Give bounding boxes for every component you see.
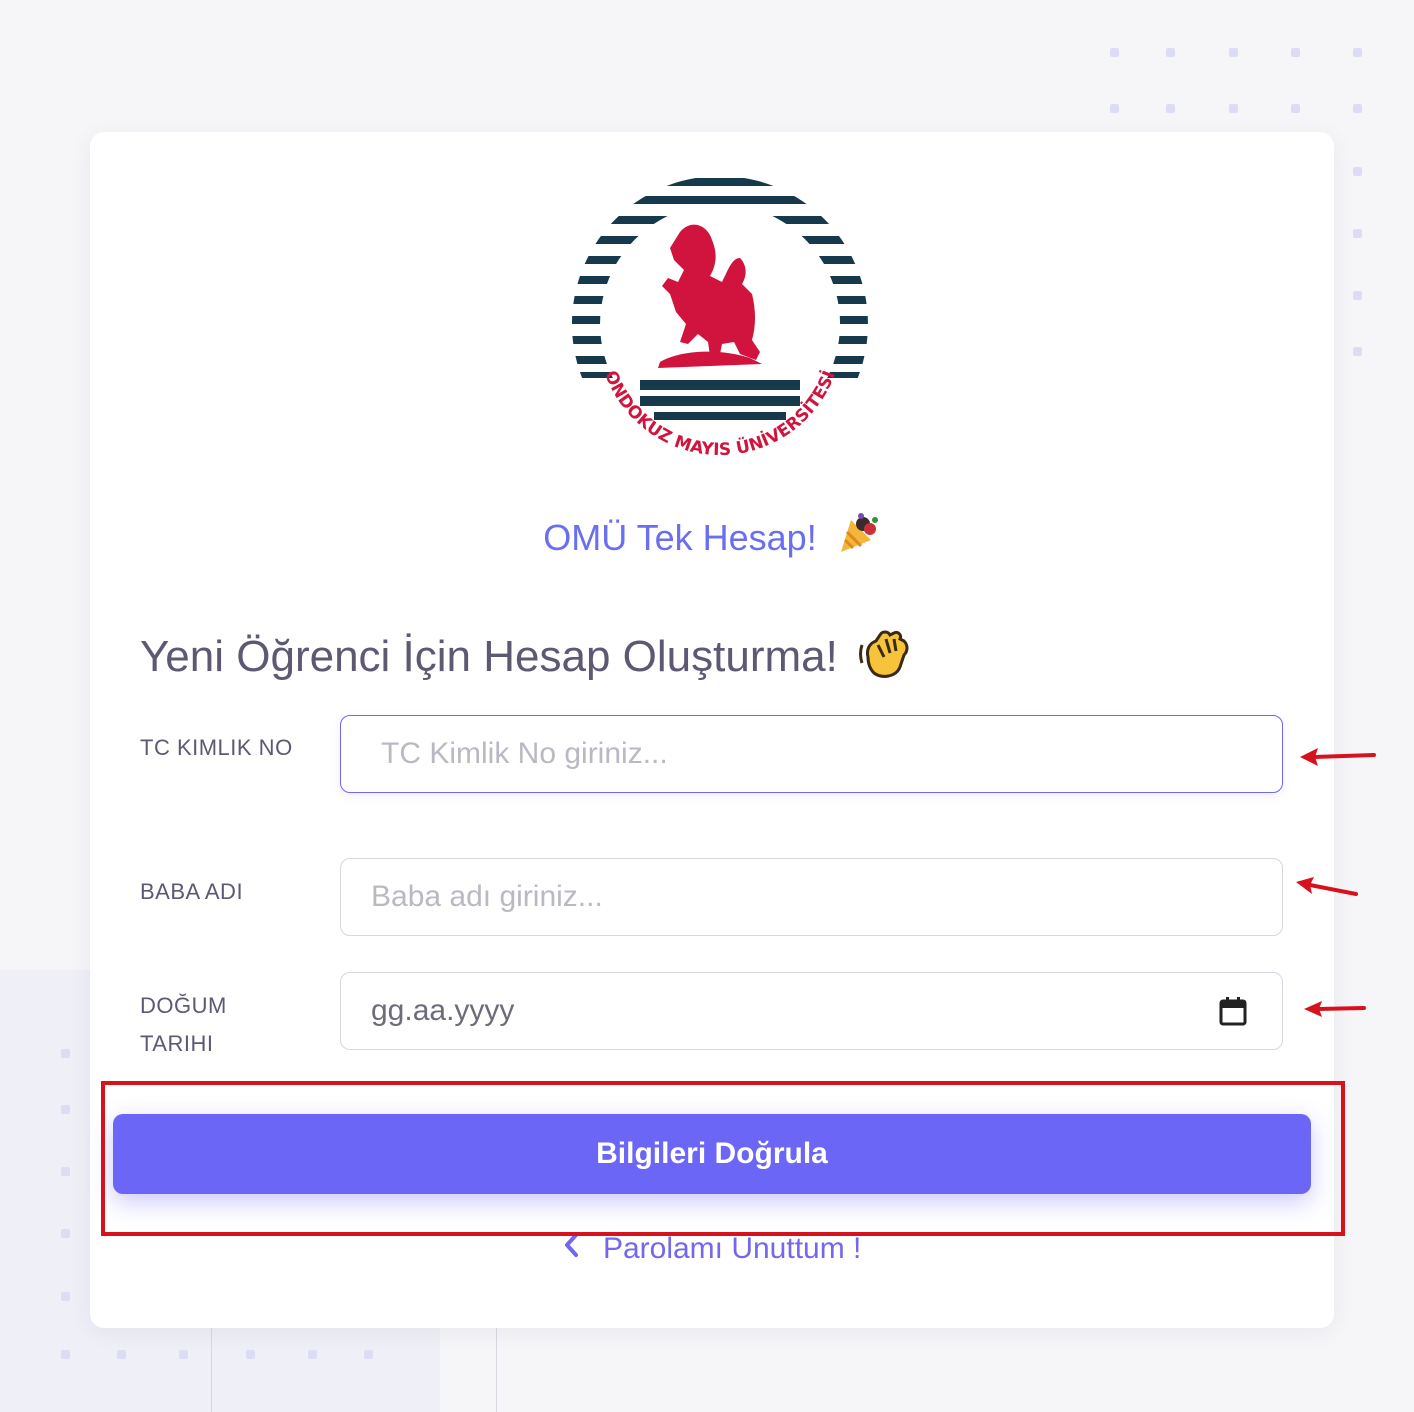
- background-line: [211, 1328, 212, 1412]
- decorative-dot: [1110, 104, 1119, 113]
- brand-title: OMÜ Tek Hesap!: [90, 510, 1334, 563]
- annotation-arrow-icon: [1304, 1001, 1366, 1017]
- university-logo: ONDOKUZ MAYIS ÜNİVERSİTESİ: [571, 178, 868, 460]
- birth-date-label: DOĞUM TARIHI: [140, 993, 227, 1056]
- waving-hand-icon: [858, 627, 912, 692]
- birth-date-input[interactable]: [340, 972, 1283, 1050]
- tc-number-input[interactable]: [340, 715, 1283, 793]
- birth-date-field[interactable]: [340, 972, 1283, 1050]
- decorative-dot: [1353, 229, 1362, 238]
- decorative-dot: [1166, 104, 1175, 113]
- tc-label: TC KIMLIK NO: [140, 735, 293, 760]
- annotation-arrow-icon: [1300, 748, 1376, 766]
- decorative-dot: [61, 1049, 70, 1058]
- page-title: Yeni Öğrenci İçin Hesap Oluşturma!: [140, 627, 912, 692]
- calendar-icon[interactable]: [1219, 996, 1247, 1026]
- forgot-password-link[interactable]: Parolamı Unuttum !: [90, 1232, 1334, 1266]
- decorative-dot: [1353, 347, 1362, 356]
- background-line: [496, 1328, 497, 1412]
- decorative-dot: [61, 1105, 70, 1114]
- annotation-highlight-box: [101, 1081, 1345, 1236]
- decorative-dot: [1229, 48, 1238, 57]
- annotation-arrow-icon: [1296, 877, 1358, 896]
- father-name-label: BABA ADI: [140, 879, 244, 904]
- decorative-dot: [1353, 291, 1362, 300]
- chevron-left-icon: [563, 1232, 579, 1266]
- decorative-dot: [61, 1229, 70, 1238]
- decorative-dot: [1110, 48, 1119, 57]
- decorative-dot: [61, 1292, 70, 1301]
- party-popper-icon: [837, 510, 881, 563]
- decorative-dot: [246, 1350, 255, 1359]
- decorative-dot: [179, 1350, 188, 1359]
- father-name-input[interactable]: [340, 858, 1283, 936]
- forgot-password-text: Parolamı Unuttum !: [602, 1232, 862, 1265]
- decorative-dot: [1166, 48, 1175, 57]
- decorative-dot: [1291, 48, 1300, 57]
- decorative-dot: [1291, 104, 1300, 113]
- decorative-dot: [117, 1350, 126, 1359]
- decorative-dot: [61, 1167, 70, 1176]
- decorative-dot: [1353, 104, 1362, 113]
- decorative-dot: [61, 1350, 70, 1359]
- brand-title-text: OMÜ Tek Hesap!: [543, 517, 817, 558]
- decorative-dot: [1353, 167, 1362, 176]
- decorative-dot: [364, 1350, 373, 1359]
- page-title-text: Yeni Öğrenci İçin Hesap Oluşturma!: [140, 632, 838, 681]
- decorative-dot: [1229, 104, 1238, 113]
- decorative-dot: [308, 1350, 317, 1359]
- decorative-dot: [1353, 48, 1362, 57]
